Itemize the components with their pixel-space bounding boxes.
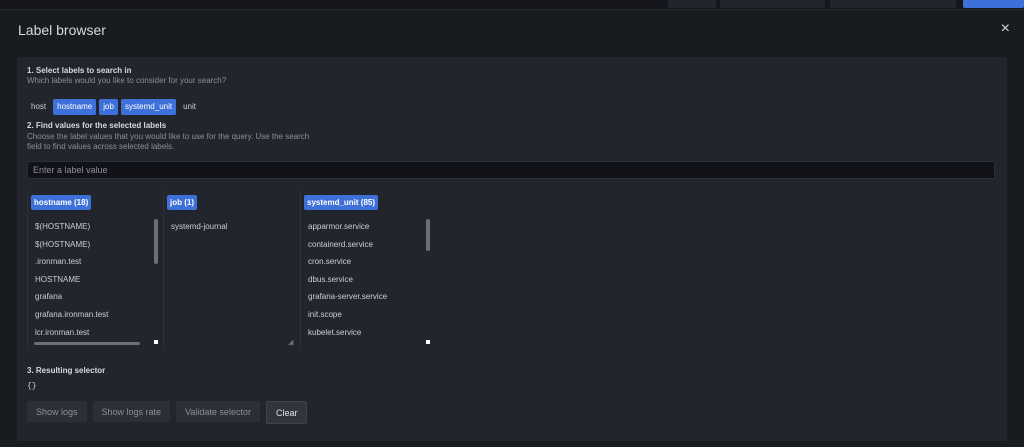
scroll-corner	[426, 340, 430, 344]
step3-heading: 3. Resulting selector	[27, 366, 106, 375]
background-toolbar-button	[830, 0, 956, 8]
close-icon[interactable]: ×	[1001, 19, 1010, 39]
validate-selector-button[interactable]: Validate selector	[176, 401, 260, 422]
vertical-scrollbar[interactable]	[154, 219, 158, 264]
list-item[interactable]: grafana	[35, 292, 62, 301]
scroll-corner	[154, 340, 158, 344]
list-item[interactable]: $(HOSTNAME)	[35, 222, 90, 231]
column-header-hostname[interactable]: hostname (18)	[31, 195, 92, 210]
list-item[interactable]: $(HOSTNAME)	[35, 240, 90, 249]
list-item[interactable]: grafana.ironman.test	[35, 310, 108, 319]
step1-description: Which labels would you like to consider …	[27, 76, 227, 85]
list-item[interactable]: apparmor.service	[308, 222, 369, 231]
value-column-job: job (1) systemd-journal ◢	[163, 191, 297, 349]
list-item[interactable]: grafana-server.service	[308, 292, 387, 301]
list-item[interactable]: dbus.service	[308, 275, 353, 284]
list-item[interactable]: .ironman.test	[35, 257, 81, 266]
modal-title: Label browser	[18, 22, 106, 38]
label-chip-systemd-unit[interactable]: systemd_unit	[120, 99, 177, 115]
label-chip-hostname[interactable]: hostname	[53, 99, 97, 115]
background-primary-button	[963, 0, 1024, 8]
step2-heading: 2. Find values for the selected labels	[27, 121, 167, 130]
list-item[interactable]: HOSTNAME	[35, 275, 80, 284]
horizontal-scrollbar[interactable]	[34, 342, 140, 345]
label-browser-panel: 1. Select labels to search in Which labe…	[17, 57, 1007, 441]
list-item[interactable]: systemd-journal	[171, 222, 227, 231]
resize-handle-icon[interactable]: ◢	[288, 338, 293, 346]
column-header-job[interactable]: job (1)	[167, 195, 197, 210]
label-chip-list: host hostname job systemd_unit unit	[27, 99, 200, 115]
label-chip-job[interactable]: job	[99, 99, 118, 115]
background-toolbar-button	[668, 0, 716, 8]
step1-heading: 1. Select labels to search in	[27, 66, 132, 75]
vertical-scrollbar[interactable]	[426, 219, 430, 251]
value-column-hostname: hostname (18) $(HOSTNAME) $(HOSTNAME) .i…	[27, 191, 163, 349]
step2-description-line1: Choose the label values that you would l…	[27, 132, 310, 141]
list-item[interactable]: init.scope	[308, 310, 342, 319]
list-item[interactable]: cron.service	[308, 257, 351, 266]
show-logs-rate-button[interactable]: Show logs rate	[92, 401, 171, 422]
action-buttons: Show logs Show logs rate Validate select…	[27, 401, 308, 424]
label-chip-host[interactable]: host	[27, 99, 50, 115]
list-item[interactable]: containerd.service	[308, 240, 373, 249]
show-logs-button[interactable]: Show logs	[27, 401, 87, 422]
label-chip-unit[interactable]: unit	[179, 99, 200, 115]
label-browser-modal: Label browser × 1. Select labels to sear…	[0, 9, 1024, 447]
resulting-selector: {}	[27, 382, 37, 391]
list-item[interactable]: lcr.ironman.test	[35, 328, 89, 337]
clear-button[interactable]: Clear	[265, 401, 308, 424]
list-item[interactable]: kubelet.service	[308, 328, 361, 337]
background-toolbar-button	[720, 0, 825, 8]
column-header-systemd-unit[interactable]: systemd_unit (85)	[304, 195, 379, 210]
step2-description-line2: field to find values across selected lab…	[27, 142, 175, 151]
value-column-systemd-unit: systemd_unit (85) apparmor.service conta…	[300, 191, 437, 349]
label-value-search-input[interactable]	[27, 161, 995, 179]
